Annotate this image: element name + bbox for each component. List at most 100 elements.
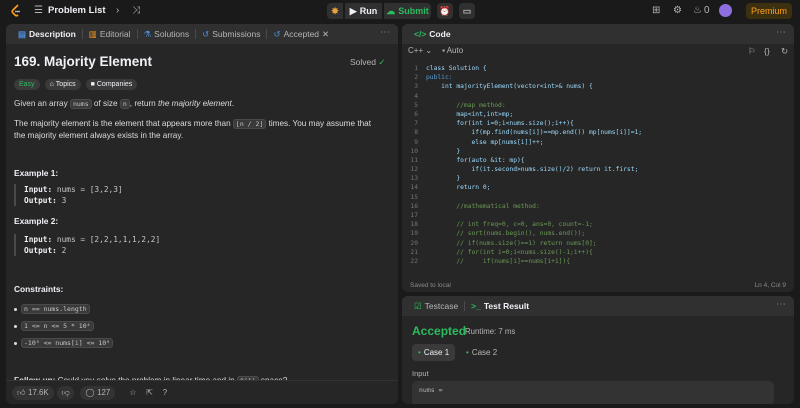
difficulty-badge[interactable]: Easy [14,79,40,90]
bookmark-icon[interactable]: ⚐ [748,46,756,57]
code-text: int majorityElement(vector<int>& nums) { [426,83,593,91]
more-options-icon[interactable]: ⋯ [776,299,786,310]
list-icon[interactable]: ☰ [34,5,43,17]
case-2-tab[interactable]: • Case 2 [460,344,503,361]
braces-icon[interactable]: {} [764,46,770,56]
save-status: Saved to local [410,281,451,289]
chevron-right-icon[interactable]: › [116,5,119,17]
streak-count: 0 [704,5,710,16]
code-line[interactable]: 12 if(it.second>nums.size()/2) return it… [402,165,794,174]
notes-button[interactable]: ▭ [459,3,475,19]
line-number: 5 [414,101,418,109]
run-button[interactable]: ▶ Run [345,3,382,19]
code-text: if(mp.find(nums[i])==mp.end()) mp[nums[i… [426,129,643,137]
result-panel: ☑ Testcase >_ Test Result ⋯ Accepted Runti… [402,296,794,404]
history-icon: ↺ [202,28,210,39]
runtime-text: Runtime: 7 ms [465,327,516,336]
code-line[interactable]: 1 class Solution { [402,64,794,73]
editor-toolbar: C++ ⌄ ▪ Auto [408,46,463,55]
line-number: 22 [410,257,418,265]
code-line[interactable]: 4 [402,92,794,101]
streak-fire-icon[interactable]: ♨ [693,5,702,17]
code-line[interactable]: 22 // if(nums[i]==nums[i+1]){ [402,257,794,266]
tab-solutions[interactable]: ⚗ Solutions [140,29,194,40]
more-options-icon[interactable]: ⋯ [380,27,390,38]
description-panel: ▤ Description ▥ Editorial ⚗ Solutions ↺ Subm… [6,24,398,404]
code-line[interactable]: 7 for(int i=0;i<nums.size();i++){ [402,119,794,128]
code-editor[interactable]: 1 class Solution {2 public: 3 int majorityE… [402,64,794,266]
topics-chip[interactable]: ⌂ Topics [44,79,81,90]
settings-gear-icon[interactable]: ⚙ [673,5,682,17]
close-icon[interactable]: ✕ [322,29,329,40]
avatar[interactable] [719,4,732,17]
dislike-button[interactable]: 👎︎ [56,385,75,400]
timer-button[interactable]: ⏰ [437,3,453,19]
code-line[interactable]: 6 map<int,int>mp; [402,110,794,119]
constraints-title: Constraints: [14,284,64,294]
tab-accepted[interactable]: ↺ Accepted ✕ [269,29,333,40]
code-line[interactable]: 18 // int freq=0, c=0, ans=0, count=-1; [402,220,794,229]
premium-button[interactable]: Premium [746,3,792,19]
code-text: return 0; [426,184,491,192]
leetcode-logo-icon[interactable] [10,4,22,18]
tab-testcase[interactable]: ☑ Testcase [410,301,462,312]
tab-submissions[interactable]: ↺ Submissions [198,29,264,40]
star-icon[interactable]: ☆ [129,388,136,397]
code-line[interactable]: 20 // if(nums.size()==1) return nums[0]; [402,239,794,248]
result-status: Accepted [412,324,467,338]
line-number: 13 [410,175,418,183]
companies-chip[interactable]: ■ Companies [85,79,138,90]
language-select[interactable]: C++ ⌄ [408,46,432,55]
code-text: //mathematical method: [426,202,540,210]
submit-button[interactable]: ☁ Submit [384,3,431,19]
checkbox-icon: ☑ [414,300,422,311]
line-number: 8 [414,129,418,137]
code-line[interactable]: 10 } [402,147,794,156]
tab-divider [464,301,466,311]
terminal-icon: >_ [471,301,481,311]
tag-chips: Easy ⌂ Topics ■ Companies [14,79,138,90]
tab-test-result[interactable]: >_ Test Result [467,301,533,311]
case-1-tab[interactable]: • Case 1 [412,344,456,361]
code-line[interactable]: 9 else mp[nums[i]]++; [402,138,794,147]
alarm-icon: ⏰ [439,5,451,16]
like-button[interactable]: 👍︎ 17.6K [12,385,54,400]
auto-mode-toggle[interactable]: ▪ Auto [442,46,463,55]
tag-icon: ⌂ [49,81,54,88]
code-line[interactable]: 11 for(auto &it: mp){ [402,156,794,165]
code-line[interactable]: 16 //mathematical method: [402,202,794,211]
code-line[interactable]: 2 public: [402,73,794,82]
code-line[interactable]: 14 return 0; [402,183,794,192]
code-line[interactable]: 15 [402,193,794,202]
code-line[interactable]: 5 //map method: [402,101,794,110]
run-toolbar: ✸ ▶ Run ☁ Submit ⏰ ▭ [327,3,475,19]
document-icon: ▤ [18,28,27,39]
share-icon[interactable]: ⇱ [146,388,153,397]
tab-description[interactable]: ▤ Description [14,29,80,40]
comments-button[interactable]: ◯ 127 [80,385,116,400]
chevron-left-icon[interactable]: ‹ [99,5,102,17]
tab-editorial[interactable]: ▥ Editorial [85,29,135,40]
code-line[interactable]: 3 int majorityElement(vector<int>& nums)… [402,82,794,91]
code-brackets-icon: </> [414,29,427,39]
result-tabbar: ☑ Testcase >_ Test Result ⋯ [402,296,794,316]
debug-button[interactable]: ✸ [327,3,343,19]
problem-list-link[interactable]: Problem List [48,5,106,16]
code-text: } [426,147,461,155]
code-line[interactable]: 13 } [402,174,794,183]
problem-details: The majority element is the element that… [14,119,371,141]
code-panel: </> Code ⋯ C++ ⌄ ▪ Auto ⚐ {} ↻ 1 class Sol… [402,24,794,292]
constraint-item: n == nums.length [14,304,90,314]
layout-grid-icon[interactable]: ⊞ [652,5,660,17]
code-text: //map method: [426,101,506,109]
more-options-icon[interactable]: ⋯ [776,27,786,38]
tab-divider [81,29,83,39]
help-icon[interactable]: ? [163,388,167,397]
shuffle-icon[interactable]: ⤨ [132,5,140,17]
code-line[interactable]: 19 // sort(nums.begin(), nums.end()); [402,229,794,238]
code-line[interactable]: 21 // for(int i=0;i<nums.size()-1;i++){ [402,248,794,257]
tab-code[interactable]: </> Code [410,29,455,39]
code-line[interactable]: 17 [402,211,794,220]
reset-icon[interactable]: ↻ [781,46,788,57]
code-line[interactable]: 8 if(mp.find(nums[i])==mp.end()) mp[nums… [402,128,794,137]
